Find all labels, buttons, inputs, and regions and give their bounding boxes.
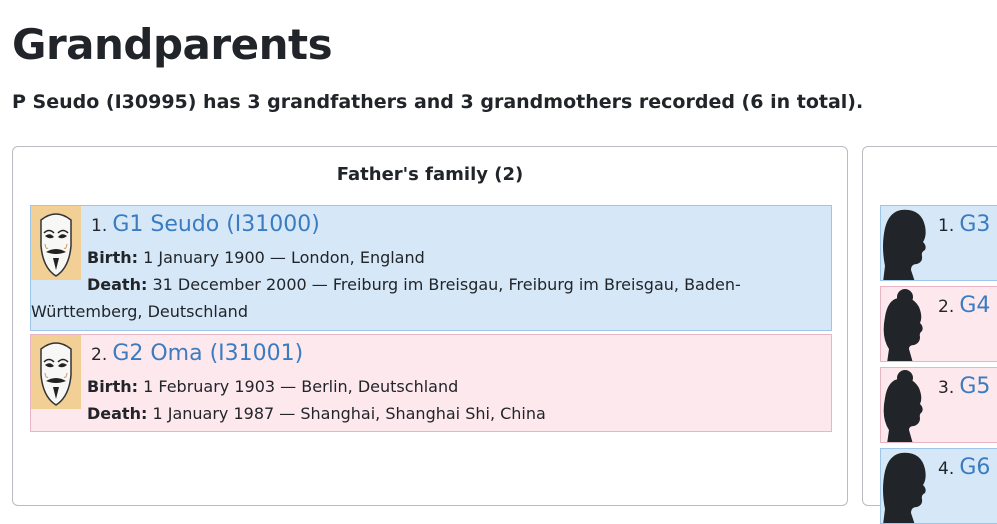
grandparents-summary: P Seudo (I30995) has 3 grandfathers and …	[12, 91, 864, 113]
mask-portrait-icon[interactable]	[31, 206, 81, 280]
male-silhouette-icon[interactable]	[881, 206, 931, 280]
person-number: 2.	[938, 297, 955, 317]
person-number: 1.	[91, 216, 108, 236]
person-number: 2.	[91, 345, 108, 365]
death-label: Death:	[87, 404, 148, 423]
birth-label: Birth:	[87, 248, 139, 267]
birth-fact: Birth: 1 January 1900 — London, England	[87, 248, 425, 267]
father-family-title: Father's family (2)	[336, 164, 524, 185]
person-name-line: 2. G4	[938, 293, 990, 318]
death-fact: Death: 31 December 2000 — Freiburg im Br…	[31, 271, 791, 325]
person-name-link[interactable]: G6	[959, 455, 990, 480]
person-number: 3.	[938, 378, 955, 398]
birth-value: 1 February 1903 — Berlin, Deutschland	[143, 377, 459, 396]
person-name-line: 1. G1 Seudo (I31000)	[91, 212, 320, 237]
person-name-link[interactable]: G4	[959, 293, 990, 318]
person-card-g4: 2. G4	[880, 286, 997, 362]
mask-portrait-icon[interactable]	[31, 335, 81, 409]
father-family-card: Father's family (2) 1. G1 Seudo (I31000)…	[12, 146, 848, 506]
person-card-g3: 1. G3	[880, 205, 997, 281]
person-card-g1: 1. G1 Seudo (I31000) Birth: 1 January 19…	[30, 205, 832, 331]
person-card-g2: 2. G2 Oma (I31001) Birth: 1 February 190…	[30, 334, 832, 432]
person-card-g6: 4. G6	[880, 448, 997, 524]
person-name-link[interactable]: G3	[959, 212, 990, 237]
death-value: 1 January 1987 — Shanghai, Shanghai Shi,…	[152, 404, 546, 423]
birth-value: 1 January 1900 — London, England	[143, 248, 425, 267]
death-fact: Death: 1 January 1987 — Shanghai, Shangh…	[87, 404, 546, 423]
person-name-line: 4. G6	[938, 455, 990, 480]
person-name-line: 2. G2 Oma (I31001)	[91, 341, 303, 366]
birth-label: Birth:	[87, 377, 139, 396]
male-silhouette-icon[interactable]	[881, 449, 931, 523]
death-label: Death:	[87, 275, 148, 294]
person-card-g5: 3. G5	[880, 367, 997, 443]
person-name-line: 1. G3	[938, 212, 990, 237]
female-silhouette-icon[interactable]	[881, 287, 931, 361]
person-name-link[interactable]: G1 Seudo (I31000)	[112, 212, 320, 237]
person-number: 1.	[938, 216, 955, 236]
person-name-link[interactable]: G5	[959, 374, 990, 399]
person-number: 4.	[938, 459, 955, 479]
person-name-link[interactable]: G2 Oma (I31001)	[112, 341, 303, 366]
female-silhouette-icon[interactable]	[881, 368, 931, 442]
person-name-line: 3. G5	[938, 374, 990, 399]
page-title: Grandparents	[12, 20, 333, 69]
mother-family-card: 1. G3 2. G4 3. G5 4. G6	[862, 146, 997, 524]
birth-fact: Birth: 1 February 1903 — Berlin, Deutsch…	[87, 377, 458, 396]
